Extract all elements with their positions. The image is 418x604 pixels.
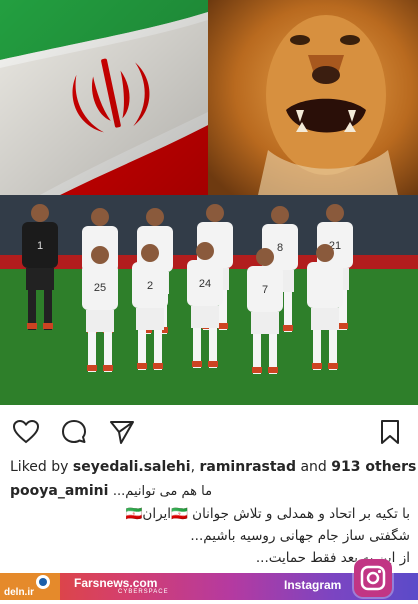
caption-text-4: از این به بعد فقط حمایت... [255, 550, 410, 566]
jersey-number: 24 [199, 278, 211, 290]
heart-icon[interactable] [12, 418, 40, 446]
brand-text: deln.ir [4, 587, 34, 598]
flag-graphic [0, 0, 208, 195]
team-graphic: 1 8 2125 2 24 7 [0, 195, 418, 405]
instagram-icon [354, 559, 392, 597]
likes-count[interactable]: 913 others [331, 459, 416, 475]
jersey-number: 7 [262, 284, 268, 296]
liked-by-text: Liked by [10, 459, 73, 475]
post-caption: pooya_amini ...ما هم می توانیم با تکیه ب… [10, 481, 410, 569]
jersey-number: 25 [94, 282, 106, 294]
post-actions [0, 414, 418, 450]
likes-and-text: and [296, 459, 332, 475]
post-image-top [0, 0, 418, 195]
iran-flag-photo [0, 0, 208, 195]
liker-link[interactable]: raminrastad [199, 459, 296, 475]
jersey-number: 2 [147, 280, 153, 292]
caption-text-2: با تکیه بر اتحاد و همدلی و تلاش جوانان 🇮… [125, 506, 410, 522]
team-photo: 1 8 21 25 2 24 7 [0, 195, 418, 405]
jersey-number: 1 [37, 240, 43, 252]
site-name: Farsnews.com [74, 576, 158, 590]
site-subtitle: CYBERSPACE [118, 589, 169, 595]
brand-logo: deln.ir [0, 573, 60, 600]
jersey-number: 8 [277, 242, 283, 254]
liker-link[interactable]: seyedali.salehi [73, 459, 191, 475]
brand-logo-icon: deln.ir [0, 573, 60, 600]
caption-text-3: شگفتی ساز جام جهانی روسیه باشیم... [190, 528, 410, 544]
comment-icon[interactable] [60, 418, 88, 446]
caption-username[interactable]: pooya_amini [10, 483, 108, 499]
bookmark-icon[interactable] [376, 418, 404, 446]
lion-graphic [208, 0, 418, 195]
watermark-bar: deln.ir Farsnews.com CYBERSPACE Instagra… [0, 559, 418, 600]
platform-name: Instagram [284, 578, 342, 592]
share-icon[interactable] [108, 418, 136, 446]
likes-line: Liked by seyedali.salehi, raminrastad an… [10, 459, 416, 475]
lion-photo [208, 0, 418, 195]
caption-text-1: ...ما هم می توانیم [112, 484, 213, 499]
